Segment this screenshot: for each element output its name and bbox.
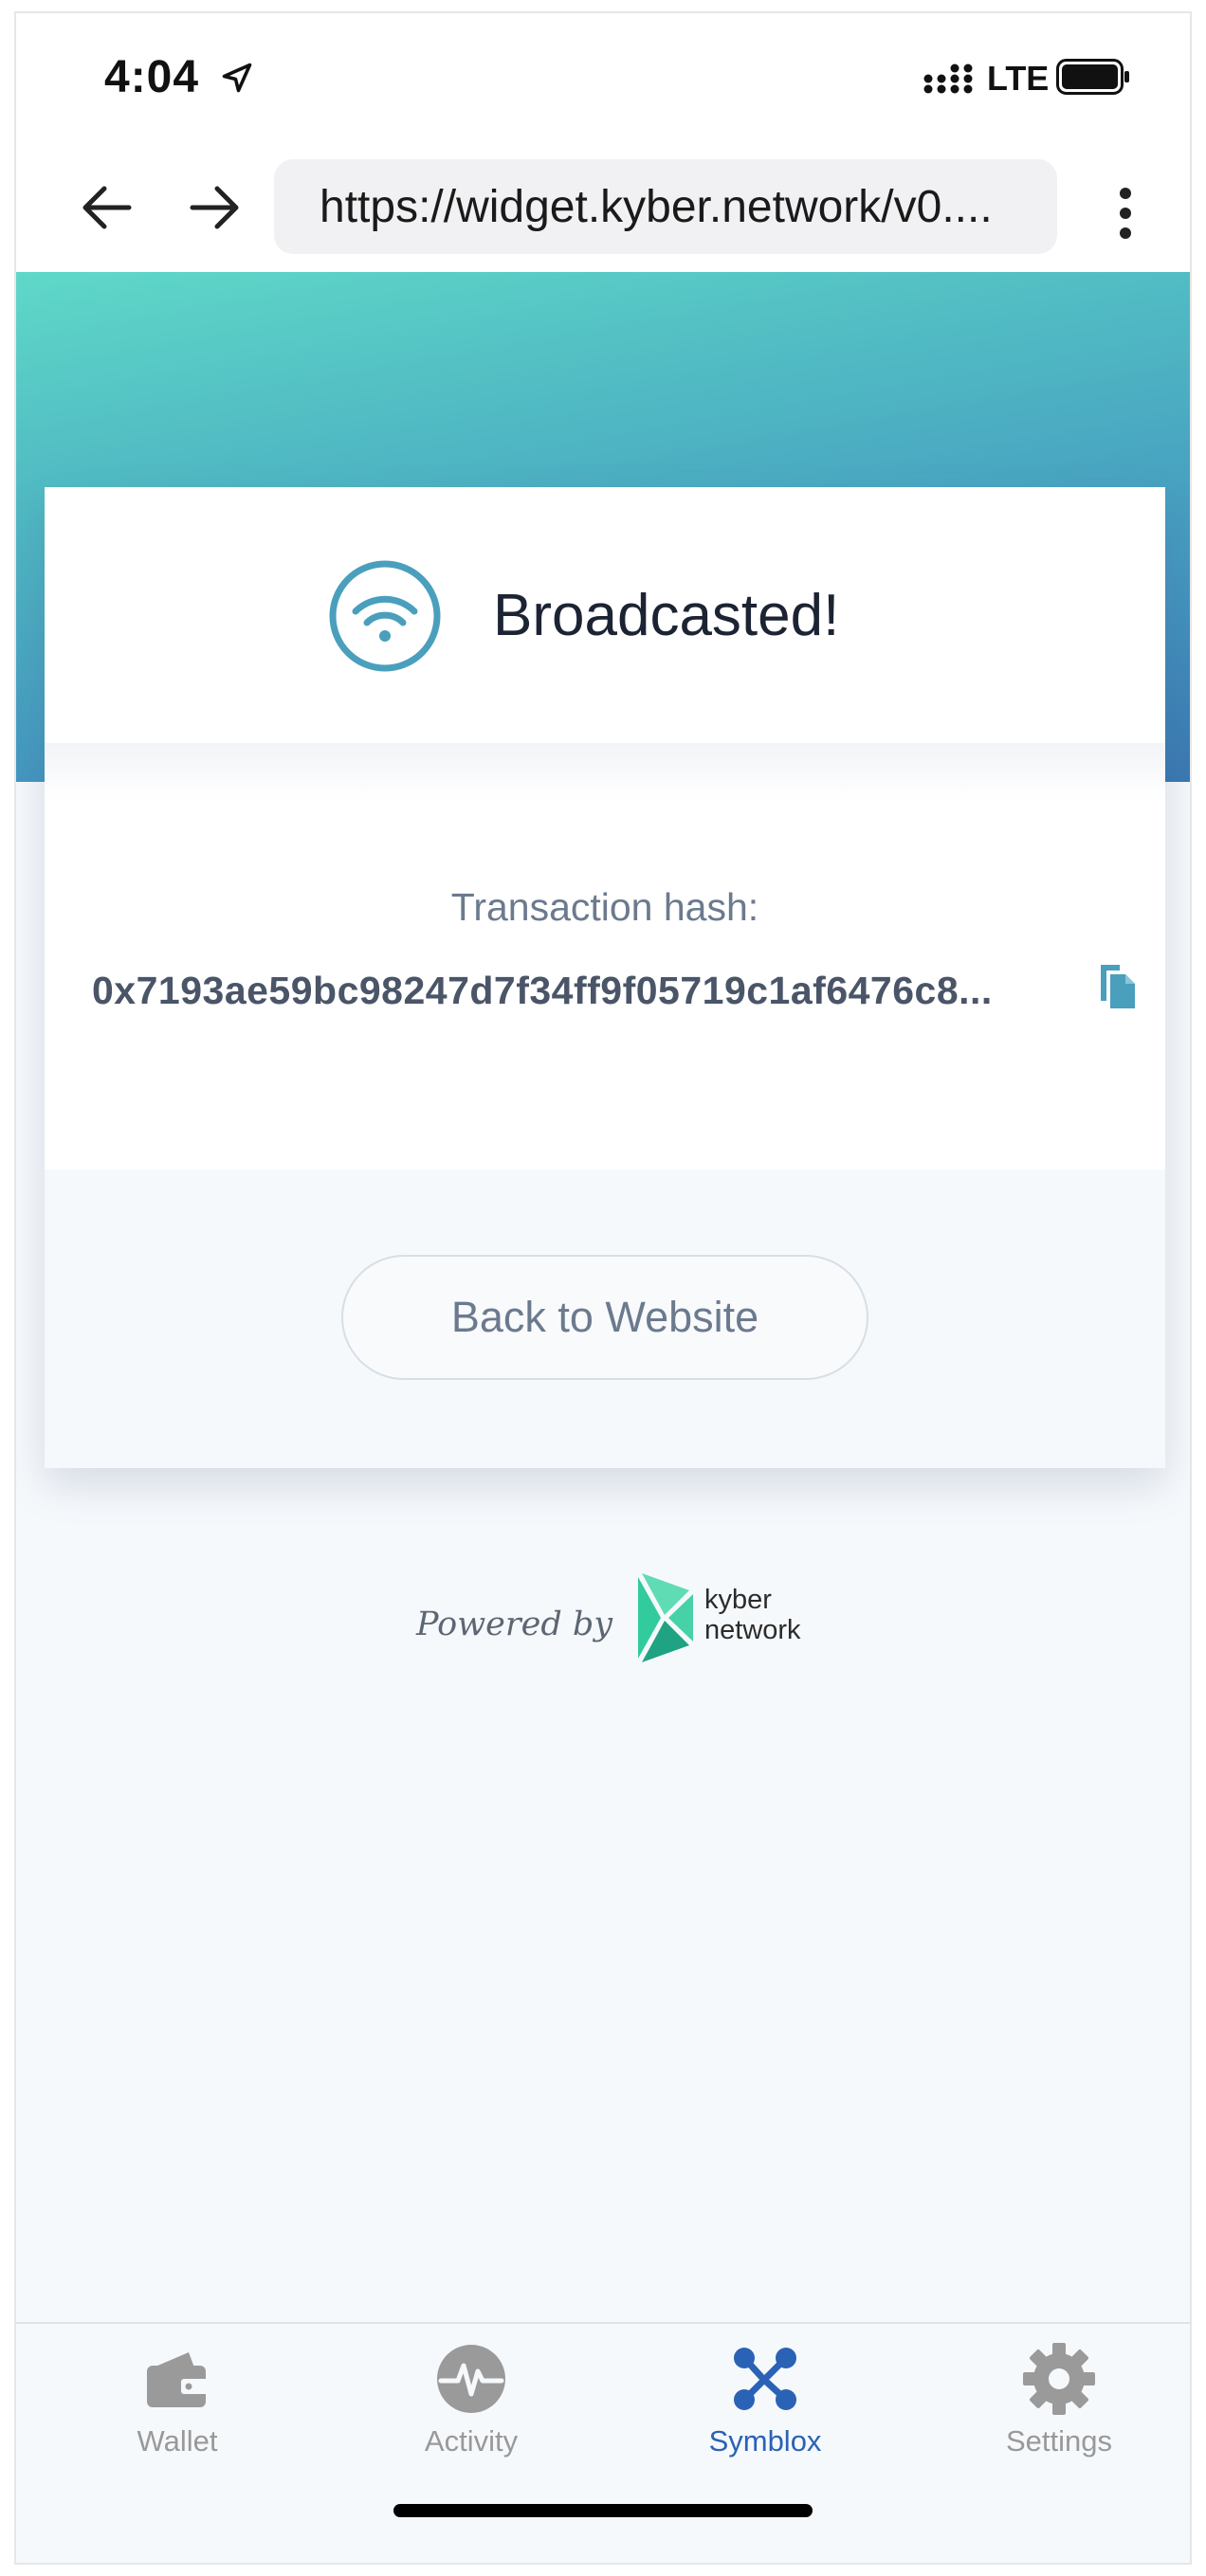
tab-symblox[interactable]: Symblox: [618, 2324, 912, 2485]
phone-screen: 4:04 LTE https://widget.kyber.network/v0…: [14, 11, 1192, 2565]
tab-label: Wallet: [137, 2424, 218, 2458]
arrow-left-icon: [82, 186, 132, 229]
location-arrow-icon: [222, 63, 252, 93]
transaction-hash: 0x7193ae59bc98247d7f34ff9f05719c1af6476c…: [92, 969, 993, 1012]
signal-strength-icon: [923, 63, 973, 94]
back-to-website-button[interactable]: Back to Website: [341, 1255, 868, 1380]
tab-label: Symblox: [708, 2424, 822, 2458]
tab-label: Activity: [424, 2424, 519, 2458]
kyber-wordmark: kyber network: [704, 1585, 801, 1645]
more-menu-icon[interactable]: [1106, 180, 1144, 246]
kyber-wordmark-line2: network: [704, 1615, 801, 1645]
home-indicator[interactable]: [393, 2504, 813, 2517]
hash-label: Transaction hash:: [450, 885, 759, 929]
copy-icon[interactable]: [1095, 963, 1139, 1010]
tab-activity[interactable]: Activity: [324, 2324, 618, 2485]
gear-icon: [1023, 2343, 1095, 2415]
card-title: Broadcasted!: [493, 583, 840, 648]
battery-icon: [1056, 59, 1129, 95]
activity-icon: [437, 2345, 505, 2413]
powered-by-label: Powered by: [416, 1605, 613, 1643]
card-footer: Back to Website: [45, 1170, 1165, 1468]
wallet-icon: [147, 2352, 210, 2407]
address-bar[interactable]: https://widget.kyber.network/v0....: [274, 159, 1057, 254]
tab-label: Settings: [1005, 2424, 1112, 2458]
status-bar: 4:04 LTE: [16, 13, 1190, 146]
forward-button[interactable]: [182, 174, 248, 241]
arrow-right-icon: [190, 186, 239, 229]
broadcast-wifi-icon: [329, 560, 441, 672]
tab-settings[interactable]: Settings: [912, 2324, 1190, 2485]
status-card: Broadcasted! Transaction hash: 0x7193ae5…: [45, 487, 1165, 1468]
browser-toolbar: https://widget.kyber.network/v0....: [16, 146, 1190, 272]
symblox-icon: [734, 2348, 796, 2410]
tab-wallet[interactable]: Wallet: [30, 2324, 324, 2485]
bottom-tab-bar: Wallet Activity Symblox Settings: [16, 2322, 1190, 2563]
transaction-section: Transaction hash: 0x7193ae59bc98247d7f34…: [45, 743, 1165, 1170]
back-button[interactable]: [73, 174, 139, 241]
url-text: https://widget.kyber.network/v0....: [320, 181, 993, 232]
kyber-wordmark-line1: kyber: [704, 1585, 772, 1615]
status-time: 4:04: [104, 52, 200, 102]
network-type: LTE: [987, 59, 1050, 98]
card-header: Broadcasted!: [45, 487, 1165, 743]
kyber-logo-icon: [638, 1573, 693, 1662]
